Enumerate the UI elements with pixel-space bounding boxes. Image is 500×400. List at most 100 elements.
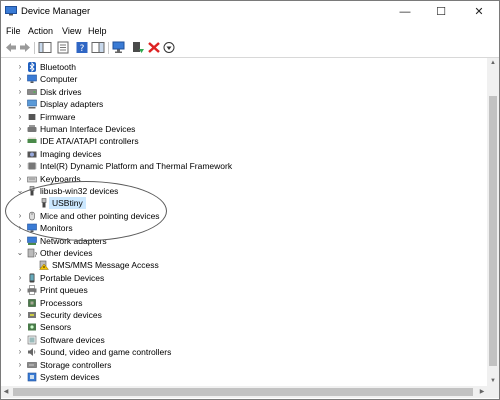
tree-category-row[interactable]: › Mice and other pointing devices xyxy=(1,210,487,222)
collapsed-arrow-icon[interactable]: › xyxy=(16,235,24,247)
collapsed-arrow-icon[interactable]: › xyxy=(16,98,24,110)
tree-category-row[interactable]: › Disk drives xyxy=(1,86,487,98)
menu-view[interactable]: View xyxy=(62,26,81,36)
menu-action[interactable]: Action xyxy=(28,26,53,36)
tree-category-row[interactable]: › Monitors xyxy=(1,222,487,234)
collapsed-arrow-icon[interactable]: › xyxy=(16,210,24,222)
tree-category-row[interactable]: › Keyboards xyxy=(1,173,487,185)
collapsed-arrow-icon[interactable]: › xyxy=(16,297,24,309)
tree-category-row[interactable]: › Sound, video and game controllers xyxy=(1,346,487,358)
collapsed-arrow-icon[interactable]: › xyxy=(16,111,24,123)
tree-item-label[interactable]: Firmware xyxy=(40,111,75,123)
menu-help[interactable]: Help xyxy=(88,26,107,36)
horizontal-scrollbar[interactable]: ◀ ▶ xyxy=(1,386,487,398)
tree-category-row[interactable]: › Network adapters xyxy=(1,235,487,247)
expanded-arrow-icon[interactable]: ⌄ xyxy=(16,185,24,197)
tree-item-label[interactable]: Software devices xyxy=(40,334,105,346)
tree-item-label[interactable]: SMS/MMS Message Access xyxy=(52,259,159,271)
help-icon[interactable]: ? xyxy=(75,41,89,54)
tree-item-label[interactable]: Disk drives xyxy=(40,86,82,98)
tree-category-row[interactable]: › Display adapters xyxy=(1,98,487,110)
collapsed-arrow-icon[interactable]: › xyxy=(16,346,24,358)
tree-item-label[interactable]: Storage controllers xyxy=(40,359,111,371)
tree-category-row[interactable]: ⌄?Other devices xyxy=(1,247,487,259)
tree-item-label[interactable]: IDE ATA/ATAPI controllers xyxy=(40,135,139,147)
tree-item-label[interactable]: Computer xyxy=(40,73,77,85)
collapsed-arrow-icon[interactable]: › xyxy=(16,284,24,296)
close-button[interactable]: ✕ xyxy=(461,1,497,23)
tree-item-label[interactable]: Human Interface Devices xyxy=(40,123,135,135)
tree-category-row[interactable]: › Software devices xyxy=(1,334,487,346)
scroll-down-icon[interactable]: ▼ xyxy=(487,376,499,386)
scroll-up-icon[interactable]: ▲ xyxy=(487,58,499,68)
vertical-scroll-thumb[interactable] xyxy=(489,96,497,366)
action-pane-icon[interactable] xyxy=(91,41,105,54)
tree-category-row[interactable]: › Computer xyxy=(1,73,487,85)
tree-item-label[interactable]: Bluetooth xyxy=(40,61,76,73)
update-driver-icon[interactable] xyxy=(131,41,145,54)
scan-hardware-icon[interactable] xyxy=(112,41,126,54)
scroll-right-icon[interactable]: ▶ xyxy=(477,386,487,398)
tree-category-row[interactable]: › Firmware xyxy=(1,111,487,123)
vertical-scrollbar[interactable]: ▲ ▼ xyxy=(487,58,499,386)
tree-item-label[interactable]: Security devices xyxy=(40,309,102,321)
expanded-arrow-icon[interactable]: ⌄ xyxy=(16,247,24,259)
collapsed-arrow-icon[interactable]: › xyxy=(16,86,24,98)
back-icon[interactable] xyxy=(4,41,18,54)
horizontal-scroll-thumb[interactable] xyxy=(13,388,473,396)
tree-item-label[interactable]: Sound, video and game controllers xyxy=(40,346,171,358)
tree-category-row[interactable]: › Security devices xyxy=(1,309,487,321)
tree-category-row[interactable]: › Print queues xyxy=(1,284,487,296)
collapsed-arrow-icon[interactable]: › xyxy=(16,359,24,371)
tree-item-label[interactable]: Monitors xyxy=(40,222,73,234)
tree-category-row[interactable]: › IDE ATA/ATAPI controllers xyxy=(1,135,487,147)
tree-category-row[interactable]: › Human Interface Devices xyxy=(1,123,487,135)
menu-file[interactable]: File xyxy=(6,26,21,36)
tree-category-row[interactable]: › System devices xyxy=(1,371,487,383)
collapsed-arrow-icon[interactable]: › xyxy=(16,61,24,73)
collapsed-arrow-icon[interactable]: › xyxy=(16,371,24,383)
tree-category-row[interactable]: › Processors xyxy=(1,297,487,309)
forward-icon[interactable] xyxy=(18,41,32,54)
collapsed-arrow-icon[interactable]: › xyxy=(16,321,24,333)
tree-item-label[interactable]: Sensors xyxy=(40,321,71,333)
collapsed-arrow-icon[interactable]: › xyxy=(16,148,24,160)
minimize-button[interactable]: — xyxy=(387,1,423,23)
disable-icon[interactable] xyxy=(162,41,176,54)
collapsed-arrow-icon[interactable]: › xyxy=(16,309,24,321)
tree-category-row[interactable]: › Portable Devices xyxy=(1,272,487,284)
tree-category-row[interactable]: ⌄ libusb-win32 devices xyxy=(1,185,487,197)
tree-item-label[interactable]: USBtiny xyxy=(49,197,86,210)
tree-item-label[interactable]: Imaging devices xyxy=(40,148,101,160)
tree-item-label[interactable]: Keyboards xyxy=(40,173,81,185)
tree-item-label[interactable]: Processors xyxy=(40,297,83,309)
tree-category-row[interactable]: › Sensors xyxy=(1,321,487,333)
collapsed-arrow-icon[interactable]: › xyxy=(16,173,24,185)
maximize-button[interactable]: ☐ xyxy=(423,1,459,23)
tree-item-label[interactable]: Display adapters xyxy=(40,98,103,110)
tree-device-row[interactable]: USBtiny xyxy=(1,197,487,210)
tree-category-row[interactable]: › Storage controllers xyxy=(1,359,487,371)
console-tree-icon[interactable] xyxy=(38,41,52,54)
tree-item-label[interactable]: Print queues xyxy=(40,284,88,296)
collapsed-arrow-icon[interactable]: › xyxy=(16,73,24,85)
collapsed-arrow-icon[interactable]: › xyxy=(16,135,24,147)
collapsed-arrow-icon[interactable]: › xyxy=(16,123,24,135)
tree-item-label[interactable]: Mice and other pointing devices xyxy=(40,210,160,222)
tree-device-row[interactable]: SMS/MMS Message Access xyxy=(1,259,487,271)
tree-item-label[interactable]: libusb-win32 devices xyxy=(40,185,118,197)
collapsed-arrow-icon[interactable]: › xyxy=(16,222,24,234)
collapsed-arrow-icon[interactable]: › xyxy=(16,334,24,346)
collapsed-arrow-icon[interactable]: › xyxy=(16,160,24,172)
tree-item-label[interactable]: Other devices xyxy=(40,247,92,259)
tree-category-row[interactable]: › Imaging devices xyxy=(1,148,487,160)
tree-item-label[interactable]: Intel(R) Dynamic Platform and Thermal Fr… xyxy=(40,160,232,172)
tree-item-label[interactable]: System devices xyxy=(40,371,100,383)
tree-item-label[interactable]: Network adapters xyxy=(40,235,107,247)
collapsed-arrow-icon[interactable]: › xyxy=(16,272,24,284)
properties-icon[interactable] xyxy=(56,41,70,54)
scroll-left-icon[interactable]: ◀ xyxy=(1,386,11,398)
uninstall-icon[interactable] xyxy=(147,41,161,54)
tree-item-label[interactable]: Portable Devices xyxy=(40,272,104,284)
tree-category-row[interactable]: › Bluetooth xyxy=(1,61,487,73)
